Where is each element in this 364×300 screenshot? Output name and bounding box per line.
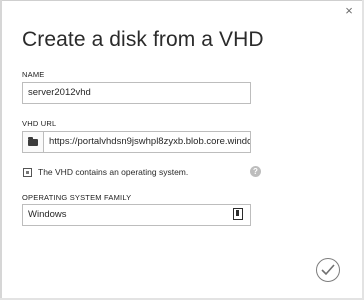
dialog-title: Create a disk from a VHD <box>22 28 264 51</box>
vhd-url-label: VHD URL <box>22 119 57 128</box>
confirm-button[interactable] <box>316 258 340 282</box>
dropdown-icon[interactable] <box>233 208 243 220</box>
create-disk-dialog: × Create a disk from a VHD NAME server20… <box>0 0 364 300</box>
os-checkbox-label: The VHD contains an operating system. <box>38 167 189 177</box>
vhd-url-input[interactable]: https://portalvhdsn9jswhpl8zyxb.blob.cor… <box>43 131 251 153</box>
close-icon: × <box>345 3 353 18</box>
os-family-label: OPERATING SYSTEM FAMILY <box>22 193 132 202</box>
os-family-select[interactable]: Windows <box>22 204 251 226</box>
close-button[interactable]: × <box>342 4 356 18</box>
top-border <box>0 0 364 1</box>
browse-storage-button[interactable] <box>22 131 43 153</box>
name-input[interactable]: server2012vhd <box>22 82 251 104</box>
os-checkbox[interactable] <box>23 168 32 177</box>
checkmark-icon <box>321 264 335 276</box>
name-label: NAME <box>22 70 45 79</box>
help-icon[interactable]: ? <box>250 166 261 177</box>
folder-icon <box>28 137 38 146</box>
left-border <box>0 0 2 300</box>
